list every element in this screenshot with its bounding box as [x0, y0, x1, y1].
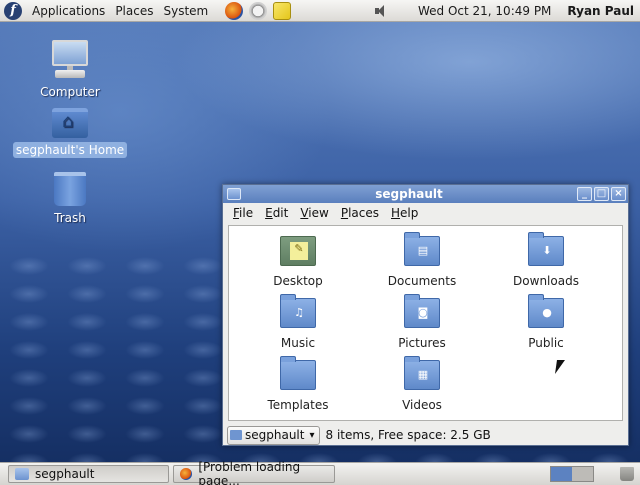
- desktop-icon-label: Trash: [54, 211, 86, 225]
- folder-pictures[interactable]: ◙ Pictures: [367, 294, 477, 350]
- menu-places[interactable]: Places: [110, 4, 158, 18]
- folder-icon: [230, 430, 242, 440]
- top-panel: f Applications Places System Wed Oct 21,…: [0, 0, 640, 22]
- home-folder-icon: [52, 108, 88, 138]
- status-text: 8 items, Free space: 2.5 GB: [325, 428, 491, 442]
- maximize-button[interactable]: □: [594, 187, 609, 201]
- file-manager-window[interactable]: segphault _ □ × File Edit View Places He…: [222, 184, 629, 446]
- folder-label: Pictures: [398, 336, 446, 350]
- folder-label: Downloads: [513, 274, 579, 288]
- desktop-icon-label: Computer: [40, 85, 100, 99]
- pictures-folder-icon: ◙: [404, 294, 440, 328]
- workspace-1[interactable]: [551, 467, 572, 481]
- folder-icon: [15, 468, 29, 480]
- folder-label: Templates: [267, 398, 329, 412]
- chevron-down-icon: ▾: [309, 429, 315, 441]
- user-name[interactable]: Ryan Paul: [567, 4, 634, 18]
- folder-music[interactable]: ♫ Music: [243, 294, 353, 350]
- desktop-icon-trash[interactable]: Trash: [15, 172, 125, 226]
- window-titlebar[interactable]: segphault _ □ ×: [223, 185, 628, 203]
- desktop-icon-home[interactable]: segphault's Home: [12, 108, 128, 158]
- taskbar-item-file-manager[interactable]: segphault: [8, 465, 169, 483]
- videos-folder-icon: ▦: [404, 356, 440, 390]
- window-title: segphault: [375, 187, 443, 201]
- folder-icon[interactable]: [227, 188, 241, 200]
- templates-folder-icon: [280, 356, 316, 390]
- firefox-icon: [180, 468, 193, 480]
- menu-places[interactable]: Places: [335, 206, 385, 220]
- desktop-folder-icon: ✎: [280, 236, 316, 266]
- folder-label: Videos: [402, 398, 442, 412]
- folder-desktop[interactable]: ✎ Desktop: [243, 236, 353, 288]
- bottom-panel: segphault [Problem loading page...: [0, 460, 640, 485]
- minimize-button[interactable]: _: [577, 187, 592, 201]
- folder-label: Desktop: [273, 274, 323, 288]
- workspace-2[interactable]: [572, 467, 593, 481]
- menu-help[interactable]: Help: [385, 206, 424, 220]
- firefox-icon[interactable]: [225, 1, 244, 20]
- folder-templates[interactable]: Templates: [243, 356, 353, 412]
- desktop-icon-label: segphault's Home: [12, 142, 128, 158]
- folder-label: Documents: [387, 274, 457, 288]
- volume-icon[interactable]: [374, 4, 388, 18]
- trash-icon: [54, 172, 86, 206]
- system-tray: Wed Oct 21, 10:49 PM Ryan Paul: [374, 4, 640, 18]
- taskbar-item-firefox[interactable]: [Problem loading page...: [173, 460, 335, 485]
- folder-documents[interactable]: ▤ Documents: [367, 232, 477, 288]
- menu-system[interactable]: System: [158, 4, 213, 18]
- folder-videos[interactable]: ▦ Videos: [367, 356, 477, 412]
- menu-edit[interactable]: Edit: [259, 206, 294, 220]
- menu-applications[interactable]: Applications: [27, 4, 110, 18]
- folder-public[interactable]: ● Public: [491, 294, 601, 350]
- desktop-icon-computer[interactable]: Computer: [15, 40, 125, 100]
- folder-downloads[interactable]: ⬇ Downloads: [491, 232, 601, 288]
- trash-applet-icon[interactable]: [620, 467, 634, 481]
- menu-view[interactable]: View: [294, 206, 334, 220]
- fedora-logo-icon[interactable]: f: [4, 1, 22, 20]
- taskbar-item-label: [Problem loading page...: [198, 460, 301, 485]
- location-dropdown[interactable]: segphault ▾: [227, 425, 320, 445]
- folder-label: Music: [280, 336, 316, 350]
- public-folder-icon: ●: [528, 294, 564, 328]
- close-button[interactable]: ×: [611, 187, 626, 201]
- window-menubar: File Edit View Places Help: [223, 203, 628, 223]
- status-bar: segphault ▾ 8 items, Free space: 2.5 GB: [227, 425, 625, 445]
- documents-folder-icon: ▤: [404, 232, 440, 266]
- workspace-switcher[interactable]: [550, 466, 594, 482]
- clock[interactable]: Wed Oct 21, 10:49 PM: [418, 4, 551, 18]
- email-icon[interactable]: [249, 1, 268, 20]
- folder-view[interactable]: ✎ Desktop ▤ Documents ⬇ Downloads ♫ Musi…: [228, 225, 623, 421]
- computer-icon: [51, 40, 89, 80]
- folder-label: Public: [528, 336, 564, 350]
- music-folder-icon: ♫: [280, 294, 316, 328]
- taskbar-item-label: segphault: [35, 467, 95, 481]
- notes-icon[interactable]: [273, 1, 292, 20]
- downloads-folder-icon: ⬇: [528, 232, 564, 266]
- menu-file[interactable]: File: [227, 206, 259, 220]
- location-value: segphault: [245, 428, 305, 442]
